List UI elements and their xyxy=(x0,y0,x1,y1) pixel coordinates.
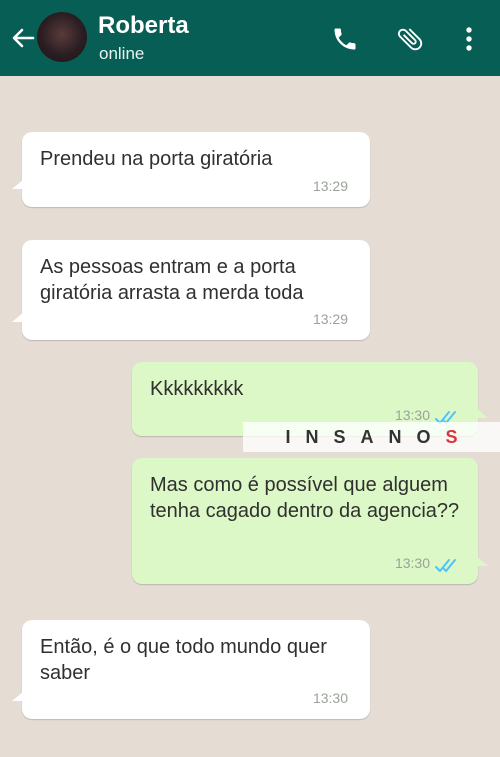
message-text: Mas como é possível que alguem tenha cag… xyxy=(150,474,460,522)
attach-icon[interactable] xyxy=(393,22,427,56)
message-time: 13:30 xyxy=(312,690,348,706)
message-text: Kkkkkkkkk xyxy=(150,378,244,400)
watermark-logo: S xyxy=(445,426,458,447)
message-bubble-outgoing[interactable]: Mas como é possível que alguem tenha cag… xyxy=(132,458,488,584)
chat-header: Roberta online xyxy=(0,0,500,76)
message-text: Então, é o que todo mundo quer saber xyxy=(40,636,327,684)
bubble-tail xyxy=(12,179,24,189)
message-text: Prendeu na porta giratória xyxy=(40,148,273,170)
message-time: 13:29 xyxy=(312,178,348,194)
message-text: As pessoas entram e a porta giratória ar… xyxy=(40,256,304,304)
message-bubble-incoming[interactable]: Então, é o que todo mundo quer saber 13:… xyxy=(12,620,370,719)
avatar[interactable] xyxy=(37,12,87,62)
bubble-tail xyxy=(476,556,488,566)
insano-watermark: INSANO S xyxy=(243,422,500,452)
message-time: 13:30 xyxy=(394,555,430,571)
read-ticks-icon xyxy=(435,559,456,573)
message-bubble-incoming[interactable]: As pessoas entram e a porta giratória ar… xyxy=(12,240,370,340)
contact-name[interactable]: Roberta xyxy=(98,12,189,40)
message-time: 13:29 xyxy=(312,311,348,327)
watermark-text: INSANO xyxy=(285,426,446,447)
contact-status: online xyxy=(99,44,145,63)
back-arrow-icon[interactable] xyxy=(9,24,37,52)
message-bubble-incoming[interactable]: Prendeu na porta giratória 13:29 xyxy=(12,132,370,207)
bubble-tail xyxy=(12,691,24,701)
phone-icon[interactable] xyxy=(328,22,362,56)
bubble-tail xyxy=(476,408,488,418)
bubble-tail xyxy=(12,312,24,322)
menu-icon[interactable] xyxy=(452,22,486,56)
